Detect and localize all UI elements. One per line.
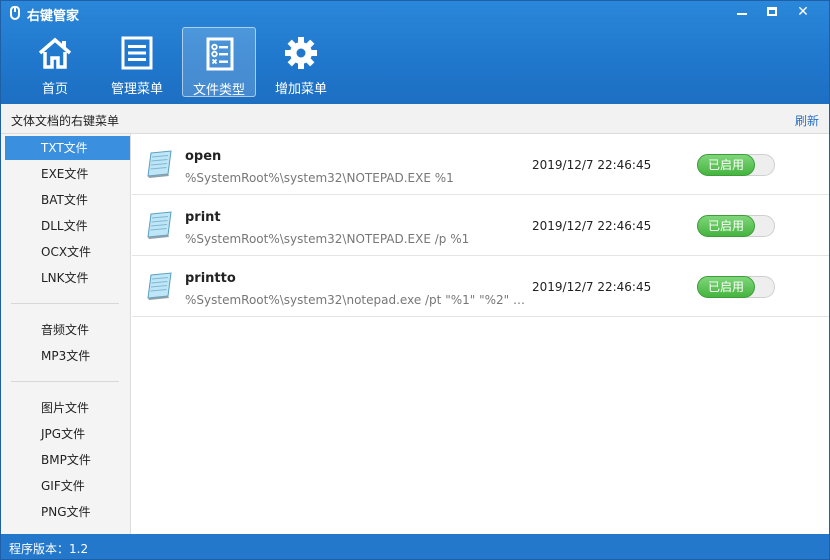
sidebar-divider [11,303,119,304]
header: 右键管家 ✕ 首页 管理菜单 文件类型 增加菜单 [1,1,829,104]
app-logo-icon [10,6,20,20]
item-time: 2019/12/7 22:46:45 [532,219,652,233]
list-item[interactable]: open %SystemRoot%\system32\NOTEPAD.EXE %… [132,134,829,195]
nav-add-menu-label: 增加菜单 [274,82,327,97]
notepad-icon [147,272,172,300]
item-time: 2019/12/7 22:46:45 [532,280,652,294]
nav-manage-menu-label: 管理菜单 [110,82,163,97]
refresh-link[interactable]: 刷新 [795,112,819,129]
item-name: open [185,149,222,164]
sidebar-item-lnk[interactable]: LNK文件 [5,266,130,290]
checklist-icon [206,37,234,71]
sidebar-item-mp3[interactable]: MP3文件 [5,344,130,368]
notepad-icon [147,150,172,178]
close-icon: ✕ [797,4,809,20]
sidebar-item-gif[interactable]: GIF文件 [5,474,130,498]
item-command: %SystemRoot%\system32\NOTEPAD.EXE %1 [185,171,454,185]
enable-toggle[interactable]: 已启用 [697,215,775,237]
nav-file-types[interactable]: 文件类型 [182,27,256,98]
section-title: 文体文档的右键菜单 [11,114,120,128]
minimize-button[interactable] [729,3,755,21]
item-name: printto [185,271,236,286]
notepad-icon [147,211,172,239]
maximize-button[interactable] [759,3,785,21]
sidebar-item-bat[interactable]: BAT文件 [5,188,130,212]
enable-toggle[interactable]: 已启用 [697,276,775,298]
item-name: print [185,210,221,225]
sidebar-item-png[interactable]: PNG文件 [5,500,130,524]
sidebar-divider [11,381,119,382]
toggle-on-label: 已启用 [697,276,755,298]
list-item[interactable]: print %SystemRoot%\system32\NOTEPAD.EXE … [132,195,829,256]
title-bar[interactable]: 右键管家 ✕ [1,1,829,25]
sidebar-item-txt[interactable]: TXT文件 [5,136,130,160]
sidebar-item-audio[interactable]: 音频文件 [5,318,130,342]
item-time: 2019/12/7 22:46:45 [532,158,652,172]
nav-file-types-label: 文件类型 [192,83,245,98]
nav-manage-menu[interactable]: 管理菜单 [100,27,174,97]
sidebar-item-bmp[interactable]: BMP文件 [5,448,130,472]
nav-home[interactable]: 首页 [18,27,92,97]
nav-add-menu[interactable]: 增加菜单 [264,27,338,97]
toggle-on-label: 已启用 [697,215,755,237]
section-header: 文体文档的右键菜单 刷新 [1,104,829,134]
sidebar-item-dll[interactable]: DLL文件 [5,214,130,238]
context-menu-list: open %SystemRoot%\system32\NOTEPAD.EXE %… [132,134,829,534]
list-item[interactable]: printto %SystemRoot%\system32\notepad.ex… [132,256,829,317]
close-button[interactable]: ✕ [790,3,816,21]
status-bar: 程序版本：1.2 [1,534,829,559]
version-label: 程序版本：1.2 [9,542,89,556]
item-command: %SystemRoot%\system32\NOTEPAD.EXE /p %1 [185,232,470,246]
enable-toggle[interactable]: 已启用 [697,154,775,176]
sidebar-item-ocx[interactable]: OCX文件 [5,240,130,264]
list-icon [121,36,153,70]
minimize-icon [737,13,747,15]
app-window: 右键管家 ✕ 首页 管理菜单 文件类型 增加菜单 文体文档的右键菜单 刷新 TX… [0,0,830,560]
item-command: %SystemRoot%\system32\notepad.exe /pt "%… [185,293,530,307]
maximize-icon [767,7,777,16]
app-title: 右键管家 [27,9,80,24]
home-icon [38,37,72,69]
sidebar-item-jpg[interactable]: JPG文件 [5,422,130,446]
file-type-sidebar: TXT文件 EXE文件 BAT文件 DLL文件 OCX文件 LNK文件 音频文件… [1,134,131,534]
nav-home-label: 首页 [41,82,68,97]
sidebar-item-exe[interactable]: EXE文件 [5,162,130,186]
toggle-on-label: 已启用 [697,154,755,176]
sidebar-item-image[interactable]: 图片文件 [5,396,130,420]
gear-icon [285,37,317,69]
